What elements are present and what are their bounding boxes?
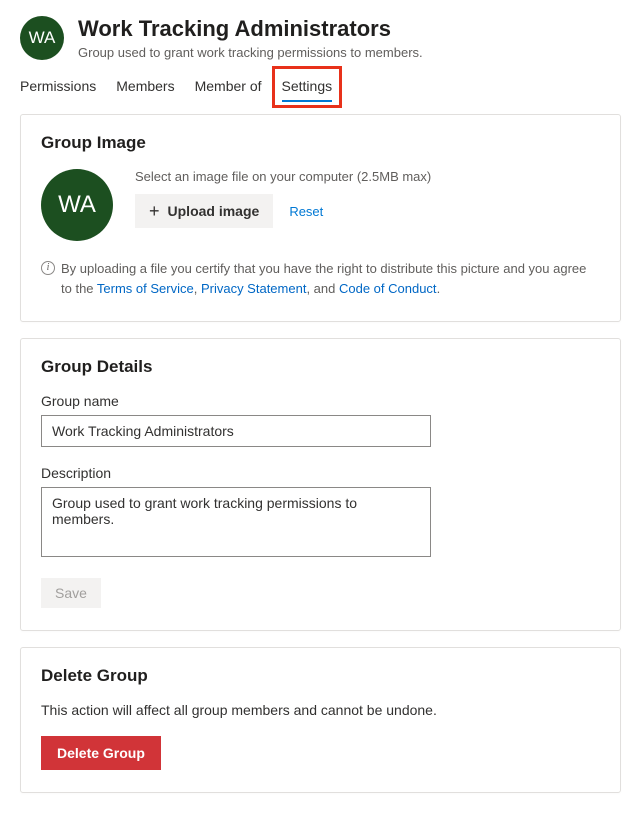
description-label: Description: [41, 465, 600, 481]
description-textarea[interactable]: Group used to grant work tracking permis…: [41, 487, 431, 557]
tab-member-of[interactable]: Member of: [195, 72, 262, 100]
group-name-label: Group name: [41, 393, 600, 409]
group-image-heading: Group Image: [41, 133, 600, 153]
delete-group-heading: Delete Group: [41, 666, 600, 686]
upload-image-label: Upload image: [168, 203, 260, 219]
tab-members[interactable]: Members: [116, 72, 174, 100]
header-text: Work Tracking Administrators Group used …: [78, 16, 423, 59]
delete-group-button[interactable]: Delete Group: [41, 736, 161, 770]
group-avatar-large: WA: [41, 169, 113, 241]
tab-permissions[interactable]: Permissions: [20, 72, 96, 100]
upload-hint: Select an image file on your computer (2…: [135, 169, 431, 184]
terms-of-service-link[interactable]: Terms of Service: [97, 281, 194, 296]
tab-settings-container: Settings: [282, 72, 333, 100]
upload-image-button[interactable]: + Upload image: [135, 194, 273, 228]
code-of-conduct-link[interactable]: Code of Conduct: [339, 281, 437, 296]
delete-warning: This action will affect all group member…: [41, 702, 600, 718]
reset-image-link[interactable]: Reset: [289, 204, 323, 219]
save-button[interactable]: Save: [41, 578, 101, 608]
group-name-input[interactable]: [41, 415, 431, 447]
privacy-statement-link[interactable]: Privacy Statement: [201, 281, 307, 296]
page-header: WA Work Tracking Administrators Group us…: [20, 16, 621, 60]
group-avatar-small: WA: [20, 16, 64, 60]
page-title: Work Tracking Administrators: [78, 16, 423, 42]
info-icon: i: [41, 261, 55, 275]
group-details-card: Group Details Group name Description Gro…: [20, 338, 621, 631]
group-details-heading: Group Details: [41, 357, 600, 377]
tabs: Permissions Members Member of Settings: [20, 72, 621, 100]
tab-settings[interactable]: Settings: [282, 72, 333, 100]
legal-notice: i By uploading a file you certify that y…: [41, 259, 600, 299]
page-subtitle: Group used to grant work tracking permis…: [78, 45, 423, 60]
plus-icon: +: [149, 202, 160, 220]
group-image-card: Group Image WA Select an image file on y…: [20, 114, 621, 322]
delete-group-card: Delete Group This action will affect all…: [20, 647, 621, 793]
